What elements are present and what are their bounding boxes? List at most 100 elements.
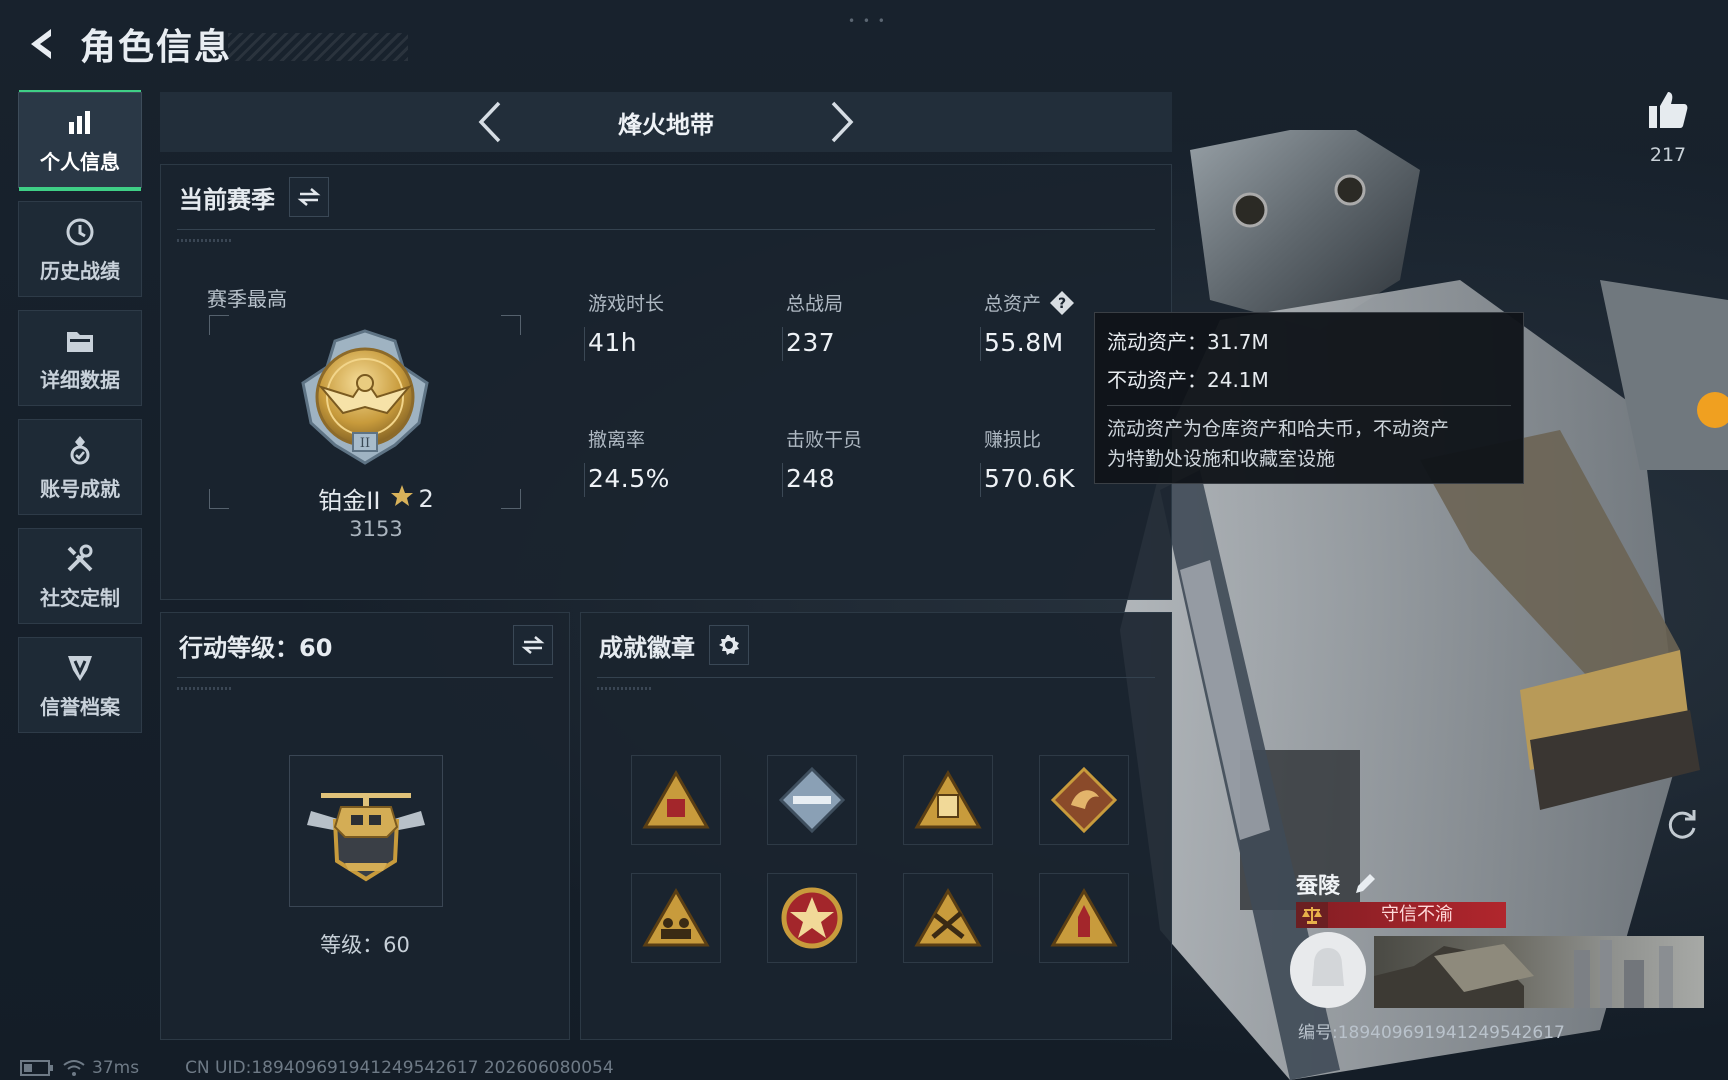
default-avatar-icon (1312, 948, 1344, 986)
season-switch-button[interactable] (289, 177, 329, 217)
folder-icon (63, 324, 97, 358)
achievement-panel-header: 成就徽章 (581, 613, 1171, 677)
swap-icon (521, 636, 545, 654)
svg-text:?: ? (1058, 296, 1066, 312)
rank-emblem-icon: II (291, 327, 439, 467)
triangle-rocket-icon (1050, 887, 1118, 947)
panel-divider (177, 229, 1155, 242)
achievement-badge[interactable] (903, 873, 993, 963)
sidebar-item-label: 社交定制 (40, 585, 120, 610)
credit-label: 守信不渝 (1328, 902, 1506, 928)
rank-stars: 2 (418, 484, 434, 513)
sidebar-item-label: 账号成就 (40, 476, 120, 501)
sidebar-item-credit-record[interactable]: 信誉档案 (18, 637, 142, 733)
current-season-panel: 当前赛季 赛季最高 II 铂金II 2 3153 游戏时长 41h 总战局 23… (160, 164, 1172, 600)
like-count: 217 (1649, 144, 1687, 166)
achievement-title: 成就徽章 (599, 633, 695, 662)
stat-label: 撤离率 (588, 429, 646, 451)
season-panel-header: 当前赛季 (161, 165, 1171, 229)
level-panel-header: 行动等级：60 (161, 613, 569, 677)
star-seal-icon (781, 887, 843, 949)
battery-icon (20, 1060, 53, 1076)
player-banner (1374, 936, 1704, 1008)
sidebar-item-label: 信誉档案 (40, 694, 120, 719)
svg-text:II: II (360, 436, 370, 451)
rank-line: 铂金II 2 (261, 481, 491, 516)
status-footer: 37ms CN UID:189409691941249542617 202606… (20, 1056, 614, 1080)
player-name-row: 蚕陵 (1296, 868, 1378, 900)
rank-score: 3153 (349, 517, 403, 541)
star-icon (390, 484, 414, 514)
triangle-crossed-icon (914, 887, 982, 947)
stat-label: 击败干员 (786, 429, 863, 451)
sidebar-item-social-custom[interactable]: 社交定制 (18, 528, 142, 624)
credit-status-badge: 守信不渝 (1296, 902, 1506, 928)
uid-text: CN UID:189409691941249542617 20260608005… (185, 1058, 614, 1078)
header: 角色信息 (20, 18, 409, 70)
helicopter-badge-icon (307, 793, 425, 882)
achievement-badge[interactable] (1039, 755, 1129, 845)
tooltip-divider (1107, 405, 1511, 406)
rotate-model-button[interactable] (1664, 806, 1700, 842)
level-text: 等级：60 (320, 933, 410, 957)
achievement-badge[interactable] (1039, 873, 1129, 963)
top-handle-dots: • • • (848, 14, 887, 28)
tooltip-fixed-assets: 不动资产：24.1M (1107, 368, 1269, 392)
player-card: 蚕陵 守信不渝 编号:189409691941249542617 (1288, 864, 1704, 1064)
mode-next-button[interactable] (822, 98, 862, 146)
swap-icon (297, 188, 321, 206)
panel-divider (177, 677, 553, 690)
achievement-medal-icon (63, 433, 97, 467)
thumbs-up-icon (1649, 92, 1688, 128)
back-button[interactable] (20, 22, 64, 66)
tools-icon (63, 542, 97, 576)
achievement-badges-panel: 成就徽章 (580, 612, 1172, 1040)
triangle-box-icon (914, 769, 982, 829)
page-title: 角色信息 (80, 27, 233, 68)
avatar[interactable] (1290, 932, 1366, 1008)
achievement-badge[interactable] (767, 873, 857, 963)
like-button[interactable] (1640, 88, 1696, 136)
stat-label: 总战局 (786, 293, 844, 315)
tooltip-liquid-assets: 流动资产：31.7M (1107, 330, 1269, 354)
bar-chart-icon (63, 106, 97, 140)
pencil-icon[interactable] (1352, 871, 1378, 897)
achievement-badge[interactable] (631, 755, 721, 845)
stat-total-matches: 总战局 237 (782, 289, 966, 361)
season-title: 当前赛季 (179, 185, 275, 214)
tooltip-description-line: 流动资产为仓库资产和哈夫币，不动资产 (1107, 418, 1450, 440)
stat-play-time: 游戏时长 41h (584, 289, 768, 361)
mode-prev-button[interactable] (470, 98, 510, 146)
achievement-badge[interactable] (631, 873, 721, 963)
chevron-left-icon (478, 101, 501, 143)
level-switch-button[interactable] (513, 625, 553, 665)
question-icon[interactable]: ? (1049, 290, 1075, 316)
refresh-icon (1668, 810, 1696, 839)
achievement-badge[interactable] (903, 755, 993, 845)
mode-selector: 烽火地带 (160, 92, 1172, 152)
player-name: 蚕陵 (1296, 874, 1341, 899)
stat-extraction-rate: 撤离率 24.5% (584, 425, 768, 497)
panel-divider (597, 677, 1155, 690)
gear-icon (719, 635, 739, 655)
sidebar-item-label: 详细数据 (40, 367, 120, 392)
action-level-panel: 行动等级：60 等级：60 (160, 612, 570, 1040)
sidebar-item-achievements[interactable]: 账号成就 (18, 419, 142, 515)
stat-label-text: 总资产 (984, 293, 1042, 315)
tooltip-description-line: 为特勤处设施和收藏室设施 (1107, 448, 1336, 470)
mode-title: 烽火地带 (618, 110, 714, 139)
history-clock-icon (63, 215, 97, 249)
sidebar-item-detailed-data[interactable]: 详细数据 (18, 310, 142, 406)
chevron-right-icon (831, 101, 854, 143)
sidebar-item-personal-info[interactable]: 个人信息 (18, 90, 142, 191)
assets-tooltip: 流动资产：31.7M 不动资产：24.1M 流动资产为仓库资产和哈夫币，不动资产… (1094, 312, 1524, 484)
dragon-diamond-icon (1050, 766, 1118, 834)
achievement-settings-button[interactable] (709, 625, 749, 665)
diamond-weapon-icon (778, 766, 846, 834)
sidebar-item-label: 历史战绩 (40, 258, 120, 283)
back-arrow-icon (31, 29, 51, 59)
sidebar-item-history[interactable]: 历史战绩 (18, 201, 142, 297)
banner-art (1374, 940, 1673, 1008)
achievement-badge[interactable] (767, 755, 857, 845)
credit-shield-icon (63, 651, 97, 685)
